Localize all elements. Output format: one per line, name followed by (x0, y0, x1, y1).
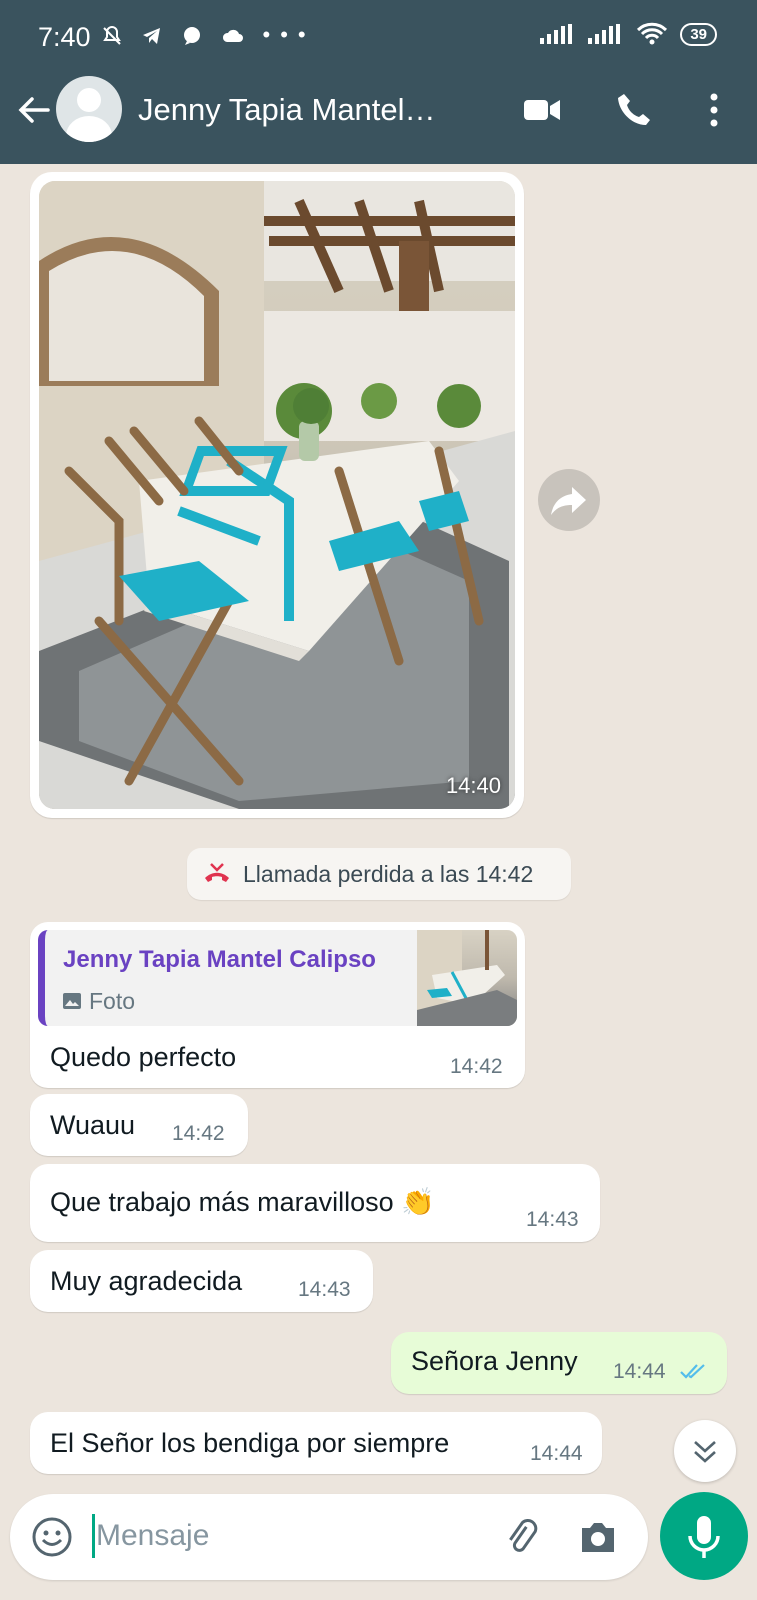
outgoing-message[interactable]: Señora Jenny 14:44 (391, 1332, 727, 1394)
mute-icon (103, 26, 121, 45)
reply-message[interactable]: Jenny Tapia Mantel Calipso Foto Quedo pe… (30, 922, 525, 1088)
voice-message-button[interactable] (660, 1492, 748, 1580)
quoted-sender: Jenny Tapia Mantel Calipso (63, 946, 376, 973)
back-arrow-icon[interactable] (14, 90, 54, 130)
incoming-message[interactable]: Muy agradecida 14:43 (30, 1250, 373, 1312)
message-time: 14:44 (530, 1442, 583, 1465)
read-receipt-icon (680, 1364, 705, 1379)
top-bar: 7:40 ••• 39 Jenny Tapia Mantel… (0, 0, 757, 164)
message-time: 14:43 (298, 1278, 351, 1301)
missed-call-icon (205, 863, 229, 882)
message-text: Wuauu (50, 1110, 136, 1140)
chat-icon (184, 27, 201, 46)
video-call-icon[interactable] (520, 88, 564, 132)
signal-icon (588, 24, 621, 44)
message-text: Quedo perfecto (50, 1042, 237, 1072)
incoming-message[interactable]: El Señor los bendiga por siempre 14:44 (30, 1412, 602, 1474)
forward-icon (551, 487, 586, 515)
text-caret (92, 1514, 95, 1558)
status-right: 39 (540, 22, 717, 46)
missed-call-text: Llamada perdida a las 14:42 (243, 861, 534, 887)
thumbnail-illustration (417, 930, 517, 1026)
telegram-icon (143, 28, 161, 45)
avatar-body (66, 116, 112, 142)
incoming-message[interactable]: Wuauu 14:42 (30, 1094, 248, 1156)
message-composer: Mensaje (10, 1494, 648, 1580)
battery-indicator: 39 (680, 22, 717, 46)
signal-icon (540, 24, 573, 44)
message-text: Muy agradecida (50, 1266, 243, 1296)
overflow-menu-icon[interactable] (692, 88, 736, 132)
emoji-icon[interactable] (30, 1515, 74, 1559)
photo-illustration (39, 181, 515, 809)
scroll-to-bottom-button[interactable] (674, 1420, 736, 1482)
photo-image[interactable]: 14:40 (39, 181, 515, 809)
message-time: 14:42 (172, 1122, 225, 1145)
photo-time: 14:40 (445, 773, 501, 798)
quoted-message[interactable]: Jenny Tapia Mantel Calipso Foto (38, 930, 517, 1026)
camera-icon[interactable] (576, 1516, 620, 1558)
message-text: El Señor los bendiga por siempre (50, 1428, 450, 1458)
message-text: Que trabajo más maravilloso 👏 (50, 1187, 435, 1217)
photo-icon (63, 993, 81, 1009)
quoted-type: Foto (89, 988, 136, 1014)
quoted-thumbnail (417, 930, 517, 1026)
message-text: Señora Jenny (411, 1346, 578, 1376)
incoming-message[interactable]: Que trabajo más maravilloso 👏 14:43 (30, 1164, 600, 1242)
status-icons: ••• (100, 22, 316, 48)
chat-header: Jenny Tapia Mantel… (0, 72, 757, 164)
message-time: 14:43 (526, 1208, 579, 1231)
missed-call-notice[interactable]: Llamada perdida a las 14:42 (187, 848, 571, 900)
message-time: 14:42 (450, 1055, 503, 1078)
attach-icon[interactable] (498, 1514, 544, 1560)
wifi-icon (637, 22, 668, 45)
more-dots-icon: ••• (262, 22, 316, 47)
status-time: 7:40 (38, 22, 91, 52)
avatar-head (77, 88, 101, 112)
message-time: 14:44 (613, 1360, 666, 1383)
avatar[interactable] (56, 76, 122, 142)
message-input[interactable]: Mensaje (96, 1519, 209, 1553)
contact-name[interactable]: Jenny Tapia Mantel… (138, 92, 436, 128)
phone-icon[interactable] (612, 88, 656, 132)
microphone-icon (688, 1516, 720, 1558)
photo-message[interactable]: 14:40 (30, 172, 524, 818)
double-chevron-down-icon (694, 1441, 716, 1463)
cloud-icon (223, 30, 244, 43)
forward-button[interactable] (538, 469, 600, 531)
status-bar: 7:40 ••• 39 (0, 0, 757, 72)
